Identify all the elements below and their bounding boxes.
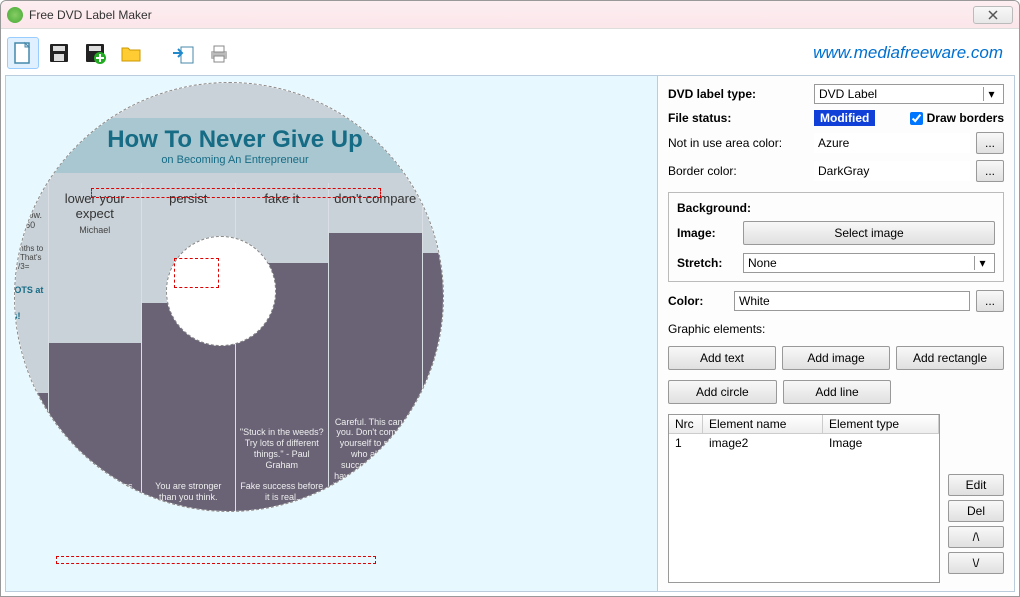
- brand-link[interactable]: www.mediafreeware.com: [813, 43, 1003, 63]
- floppy-green-icon: [83, 41, 107, 65]
- move-down-button[interactable]: \/: [948, 552, 1004, 574]
- color-value: White: [734, 291, 970, 311]
- export-icon: [171, 41, 195, 65]
- floppy-icon: [47, 41, 71, 65]
- close-button[interactable]: [973, 6, 1013, 24]
- border-color-value: DarkGray: [814, 161, 970, 181]
- not-in-use-color-button[interactable]: ...: [976, 132, 1004, 154]
- add-rectangle-button[interactable]: Add rectangle: [896, 346, 1004, 370]
- app-icon: [7, 7, 23, 23]
- file-status-label: File status:: [668, 111, 808, 125]
- file-status-value: Modified: [814, 110, 875, 126]
- select-image-button[interactable]: Select image: [743, 221, 995, 245]
- infographic-title: How To Never Give Up: [107, 126, 363, 154]
- draw-borders-input[interactable]: [910, 112, 923, 125]
- open-button[interactable]: [115, 37, 147, 69]
- del-button[interactable]: Del: [948, 500, 1004, 522]
- selection-rect-mid-left[interactable]: [174, 258, 219, 288]
- table-buttons: Edit Del /\ \/: [948, 410, 1004, 583]
- add-line-button[interactable]: Add line: [783, 380, 892, 404]
- move-up-button[interactable]: /\: [948, 526, 1004, 548]
- side-panel: DVD label type: DVD Label▾ File status: …: [658, 76, 1014, 591]
- save-button[interactable]: [43, 37, 75, 69]
- not-in-use-label: Not in use area color:: [668, 136, 808, 150]
- infographic-subtitle: on Becoming An Entrepreneur: [161, 154, 308, 166]
- print-button[interactable]: [203, 37, 235, 69]
- border-color-label: Border color:: [668, 164, 808, 178]
- add-image-button[interactable]: Add image: [782, 346, 890, 370]
- draw-borders-checkbox[interactable]: Draw borders: [910, 111, 1004, 125]
- add-circle-button[interactable]: Add circle: [668, 380, 777, 404]
- new-file-icon: [11, 41, 35, 65]
- selection-rect-bottom[interactable]: [56, 556, 376, 564]
- color-button[interactable]: ...: [976, 290, 1004, 312]
- background-label: Background:: [677, 201, 995, 215]
- titlebar: Free DVD Label Maker: [1, 1, 1019, 29]
- save-as-button[interactable]: [79, 37, 111, 69]
- disc-hole: [166, 236, 276, 346]
- selection-rect-top[interactable]: [91, 188, 381, 198]
- export-button[interactable]: [167, 37, 199, 69]
- stretch-select[interactable]: None▾: [743, 253, 995, 273]
- app-window: Free DVD Label Maker: [0, 0, 1020, 597]
- toolbar: www.mediafreeware.com: [5, 33, 1015, 73]
- not-in-use-color: Azure: [814, 133, 970, 153]
- content: www.mediafreeware.com How To Never Give …: [1, 29, 1019, 596]
- printer-icon: [207, 41, 231, 65]
- dvd-label-type-label: DVD label type:: [668, 87, 808, 101]
- main-area: How To Never Give Up on Becoming An Entr…: [5, 75, 1015, 592]
- border-color-button[interactable]: ...: [976, 160, 1004, 182]
- elements-table[interactable]: Nrc Element name Element type 1 image2 I…: [668, 414, 940, 583]
- folder-icon: [119, 41, 143, 65]
- graphic-elements-label: Graphic elements:: [668, 322, 1004, 336]
- color-label: Color:: [668, 294, 728, 308]
- chevron-down-icon: ▾: [983, 87, 999, 101]
- edit-button[interactable]: Edit: [948, 474, 1004, 496]
- dvd-label-type-select[interactable]: DVD Label▾: [814, 84, 1004, 104]
- add-text-button[interactable]: Add text: [668, 346, 776, 370]
- image-label: Image:: [677, 226, 737, 240]
- close-icon: [988, 10, 998, 20]
- chevron-down-icon: ▾: [974, 256, 990, 270]
- stretch-label: Stretch:: [677, 256, 737, 270]
- window-title: Free DVD Label Maker: [29, 8, 973, 22]
- table-header: Nrc Element name Element type: [669, 415, 939, 434]
- background-group: Background: Image: Select image Stretch:…: [668, 192, 1004, 282]
- canvas-pane[interactable]: How To Never Give Up on Becoming An Entr…: [6, 76, 658, 591]
- table-row[interactable]: 1 image2 Image: [669, 434, 939, 452]
- new-button[interactable]: [7, 37, 39, 69]
